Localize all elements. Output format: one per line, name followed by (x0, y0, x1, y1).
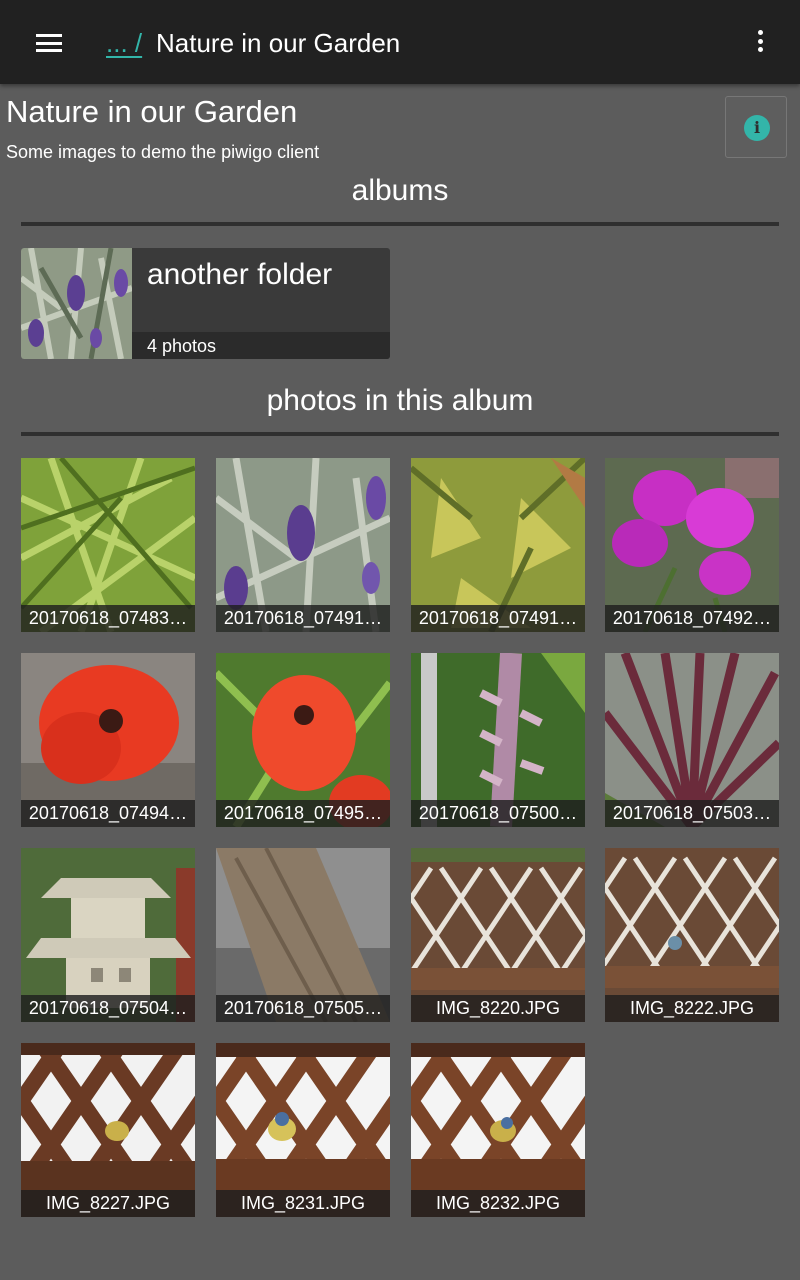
photo-tile[interactable]: IMG_8231.JPG (216, 1043, 390, 1217)
photo-caption: 20170618_07494… (21, 800, 195, 827)
photos-section-heading: photos in this album (266, 384, 534, 417)
photo-tile[interactable]: 20170618_07491… (216, 458, 390, 632)
photo-caption: IMG_8232.JPG (411, 1190, 585, 1217)
photo-tile[interactable]: IMG_8220.JPG (411, 848, 585, 1022)
album-description: Some images to demo the piwigo client (6, 142, 320, 162)
subalbum-card[interactable]: another folder 4 photos (21, 248, 390, 359)
info-icon: i (744, 115, 770, 141)
subalbum-photo-count: 4 photos (147, 336, 217, 356)
subalbum-count-bar: 4 photos (132, 332, 390, 359)
subalbum-thumbnail (21, 248, 132, 359)
photo-tile[interactable]: IMG_8222.JPG (605, 848, 779, 1022)
photo-caption: 20170618_07500… (411, 800, 585, 827)
albums-section-heading: albums (351, 174, 449, 207)
photo-tile[interactable]: IMG_8227.JPG (21, 1043, 195, 1217)
app-bar: ... / Nature in our Garden (0, 0, 800, 84)
photo-caption: 20170618_07491… (216, 605, 390, 632)
more-options-icon[interactable] (752, 30, 768, 56)
photo-tile[interactable]: 20170618_07504… (21, 848, 195, 1022)
app-bar-title: Nature in our Garden (156, 28, 401, 58)
photos-divider (21, 432, 779, 436)
photo-tile[interactable]: IMG_8232.JPG (411, 1043, 585, 1217)
photo-caption: 20170618_07492… (605, 605, 779, 632)
photo-caption: 20170618_07483… (21, 605, 195, 632)
photo-tile[interactable]: 20170618_07492… (605, 458, 779, 632)
photo-caption: 20170618_07495… (216, 800, 390, 827)
subalbum-name: another folder (147, 258, 333, 291)
albums-divider (21, 222, 779, 226)
photo-caption: 20170618_07491… (411, 605, 585, 632)
hamburger-menu-icon[interactable] (36, 34, 62, 52)
photo-tile[interactable]: 20170618_07494… (21, 653, 195, 827)
photo-tile[interactable]: 20170618_07505… (216, 848, 390, 1022)
photo-tile[interactable]: 20170618_07483… (21, 458, 195, 632)
photo-caption: 20170618_07504… (21, 995, 195, 1022)
photo-caption: 20170618_07505… (216, 995, 390, 1022)
photo-tile[interactable]: 20170618_07491… (411, 458, 585, 632)
photo-tile[interactable]: 20170618_07503… (605, 653, 779, 827)
photo-caption: IMG_8231.JPG (216, 1190, 390, 1217)
album-title: Nature in our Garden (6, 94, 298, 129)
breadcrumb-parent-link[interactable]: ... / (106, 28, 142, 59)
photo-caption: IMG_8220.JPG (411, 995, 585, 1022)
photo-tile[interactable]: 20170618_07495… (216, 653, 390, 827)
photo-caption: IMG_8222.JPG (605, 995, 779, 1022)
photo-tile[interactable]: 20170618_07500… (411, 653, 585, 827)
album-info-button[interactable]: i (725, 96, 787, 158)
photo-caption: IMG_8227.JPG (21, 1190, 195, 1217)
photo-caption: 20170618_07503… (605, 800, 779, 827)
